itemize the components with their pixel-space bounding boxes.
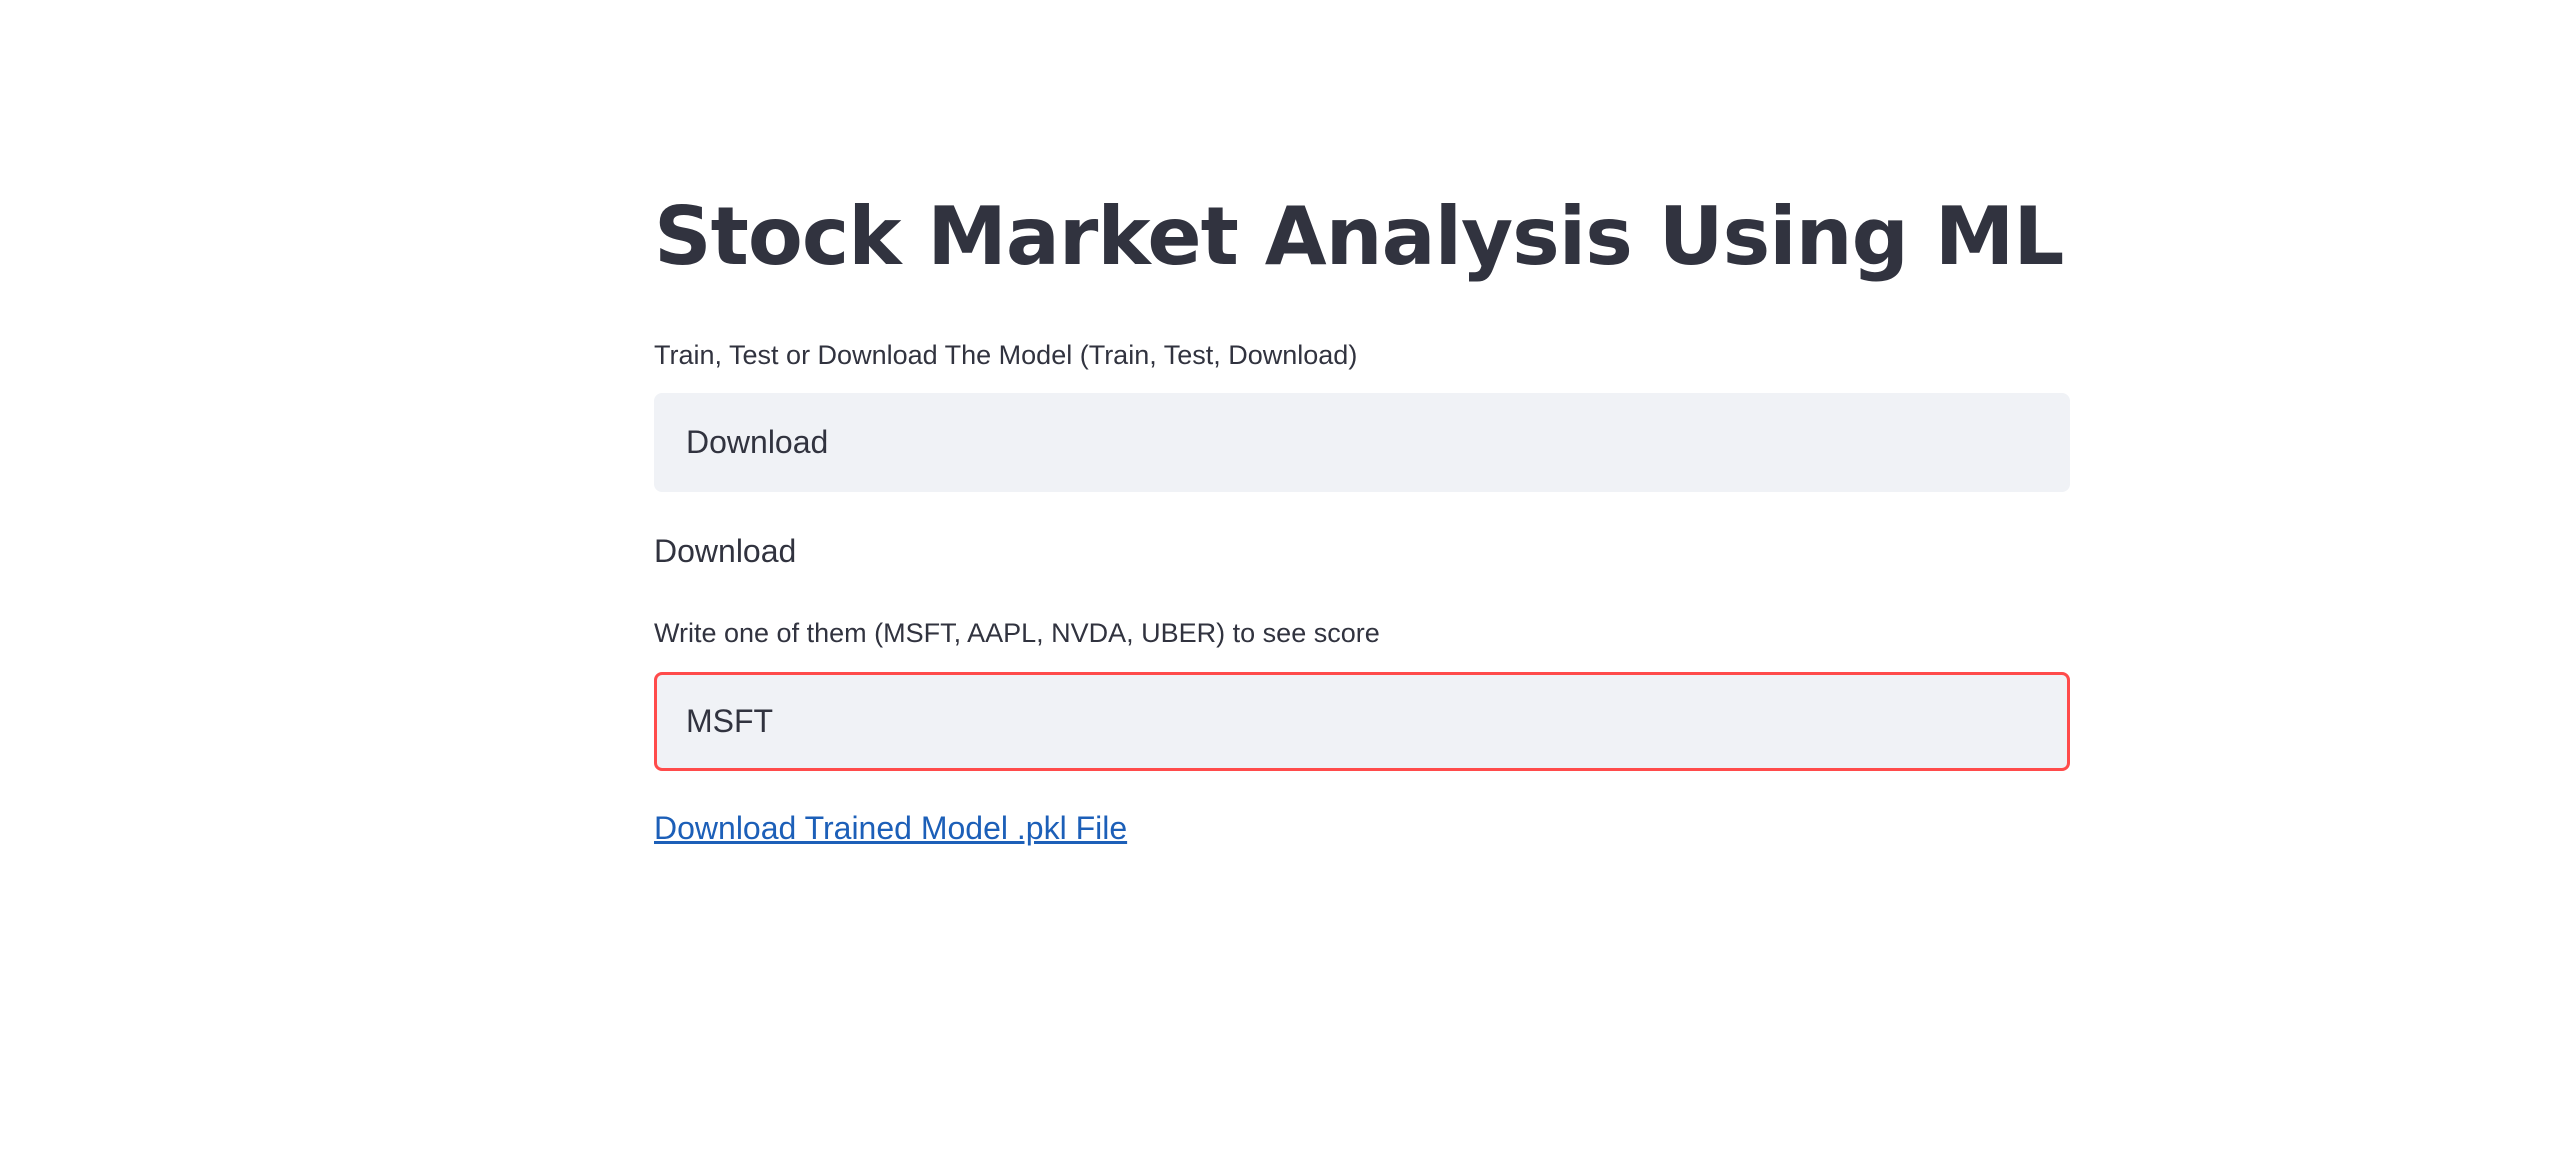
ticker-input-label: Write one of them (MSFT, AAPL, NVDA, UBE… <box>654 618 1380 648</box>
app-page: Stock Market Analysis Using ML Train, Te… <box>0 0 2556 1170</box>
mode-input[interactable] <box>654 393 2070 492</box>
page-title: Stock Market Analysis Using ML <box>654 190 2064 283</box>
mode-echo-text: Download <box>654 533 797 569</box>
download-model-link[interactable]: Download Trained Model .pkl File <box>654 806 1127 850</box>
mode-input-label: Train, Test or Download The Model (Train… <box>654 340 1358 370</box>
ticker-input[interactable] <box>654 672 2070 771</box>
